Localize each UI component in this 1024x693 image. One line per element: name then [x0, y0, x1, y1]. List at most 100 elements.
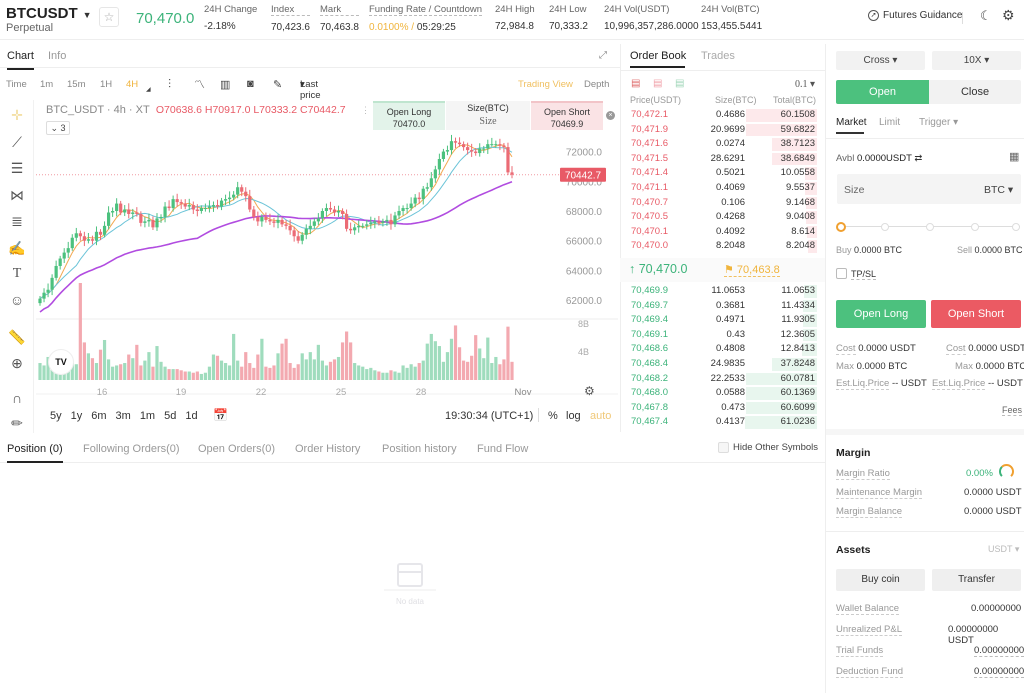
hide-other-symbols-checkbox[interactable]	[718, 442, 729, 453]
horizontal-lines-icon[interactable]: ☰	[8, 159, 26, 177]
range-3m[interactable]: 3m	[116, 410, 131, 422]
price-type-dropdown[interactable]: Last price ▾	[300, 79, 321, 101]
deduction-fund-value[interactable]: 0.00000000	[974, 666, 1024, 678]
ruler-icon[interactable]: 📏	[8, 328, 26, 346]
lock-drawing-icon[interactable]: ✏	[8, 414, 26, 432]
interval-15m[interactable]: 15m	[67, 79, 85, 90]
trading-view-toggle[interactable]: Trading View	[518, 79, 573, 90]
bid-row[interactable]: 70,467.4 0.4137 61.0236	[629, 415, 817, 430]
assets-currency-dropdown[interactable]: USDT ▾	[988, 544, 1019, 555]
bid-row[interactable]: 70,469.9 11.0653 11.0653	[629, 284, 817, 299]
size-input[interactable]: Size BTC ▾	[837, 174, 1021, 204]
buy-coin-button[interactable]: Buy coin	[836, 569, 925, 591]
brush-icon[interactable]: ✍	[8, 239, 26, 257]
open-tab-button[interactable]: Open	[836, 80, 929, 104]
interval-1m[interactable]: 1m	[40, 79, 53, 90]
theme-moon-icon[interactable]: ☾	[980, 8, 992, 24]
crosshair-icon[interactable]: ✛	[8, 106, 26, 124]
text-tool-icon[interactable]: T	[8, 265, 26, 283]
book-asks-view-icon[interactable]: ▤	[653, 78, 662, 89]
bid-row[interactable]: 70,468.2 22.2533 60.0781	[629, 372, 817, 387]
stat-mark[interactable]: Mark 70,463.8	[320, 4, 359, 33]
candle-type-icon[interactable]: ⫶	[168, 77, 171, 92]
tab-info[interactable]: Info	[48, 50, 66, 62]
transfer-button[interactable]: Transfer	[932, 569, 1021, 591]
close-tab-button[interactable]: Close	[929, 80, 1021, 104]
log-toggle[interactable]: log	[566, 410, 581, 422]
margin-mode-dropdown[interactable]: Cross ▾	[836, 51, 925, 70]
bid-row[interactable]: 70,468.0 0.0588 60.1369	[629, 386, 817, 401]
quick-open-short-button[interactable]: Open Short 70469.9	[531, 101, 603, 130]
slider-handle[interactable]	[836, 222, 846, 232]
size-unit-dropdown[interactable]: BTC ▾	[984, 184, 1013, 196]
camera-icon[interactable]: ◙	[247, 78, 254, 90]
interval-4h[interactable]: 4H	[126, 79, 138, 90]
bid-row[interactable]: 70,467.8 0.473 60.6099	[629, 401, 817, 416]
percent-toggle[interactable]: %	[548, 410, 558, 422]
favorite-star-icon[interactable]: ☆	[99, 7, 119, 27]
pattern-icon[interactable]: ⋈	[8, 186, 26, 204]
range-1m[interactable]: 1m	[140, 410, 155, 422]
close-quick-trade-icon[interactable]: ×	[606, 111, 615, 120]
interval-more-icon[interactable]: ◢	[146, 86, 151, 93]
size-slider[interactable]	[836, 222, 1020, 232]
fees-link[interactable]: Fees	[1002, 405, 1023, 416]
tab-open-orders[interactable]: Open Orders(0)	[198, 443, 275, 455]
ask-row[interactable]: 70,471.9 20.9699 59.6822	[629, 123, 817, 138]
tab-position-history[interactable]: Position history	[382, 443, 457, 455]
settings-gear-icon[interactable]: ⚙	[1002, 7, 1015, 24]
tab-fund-flow[interactable]: Fund Flow	[477, 443, 528, 455]
edit-note-icon[interactable]: ✎	[273, 78, 282, 91]
bid-row[interactable]: 70,468.6 0.4808 12.8413	[629, 342, 817, 357]
trial-funds-value[interactable]: 0.00000000	[974, 645, 1024, 657]
leverage-dropdown[interactable]: 10X ▾	[932, 51, 1021, 70]
order-type-market[interactable]: Market	[836, 117, 867, 128]
chart-settings-icon[interactable]: ⚙	[584, 384, 595, 398]
ask-row[interactable]: 70,471.1 0.4069 9.5537	[629, 181, 817, 196]
range-5y[interactable]: 5y	[50, 410, 62, 422]
stat-index[interactable]: Index 70,423.6	[271, 4, 310, 33]
trend-line-icon[interactable]: ⟋	[8, 133, 26, 151]
emoji-icon[interactable]: ☺	[8, 291, 26, 309]
quick-size-input[interactable]: Size(BTC) Size	[446, 101, 530, 130]
order-type-trigger[interactable]: Trigger ▾	[919, 117, 958, 128]
indicator-toggle[interactable]: ⌄ 3	[46, 121, 70, 135]
range-5d[interactable]: 5d	[164, 410, 176, 422]
tpsl-checkbox[interactable]	[836, 268, 847, 279]
tab-order-history[interactable]: Order History	[295, 443, 360, 455]
calculator-icon[interactable]: ▦	[1009, 150, 1019, 163]
tab-chart[interactable]: Chart	[7, 50, 34, 70]
futures-guidance-link[interactable]: ➚ Futures Guidance	[868, 10, 963, 21]
bid-row[interactable]: 70,469.1 0.43 12.3605	[629, 328, 817, 343]
depth-toggle[interactable]: Depth	[584, 79, 609, 90]
magnet-icon[interactable]: ∩	[8, 389, 26, 407]
tab-order-book[interactable]: Order Book	[630, 50, 686, 62]
ask-row[interactable]: 70,471.4 0.5021 10.0558	[629, 166, 817, 181]
bid-row[interactable]: 70,469.7 0.3681 11.4334	[629, 299, 817, 314]
auto-toggle[interactable]: auto	[590, 410, 611, 422]
ask-row[interactable]: 70,470.1 0.4092 8.614	[629, 225, 817, 240]
ask-row[interactable]: 70,471.6 0.0274 38.7123	[629, 137, 817, 152]
stat-funding-rate[interactable]: Funding Rate / Countdown 0.0100% / 05:29:…	[369, 4, 483, 33]
book-both-view-icon[interactable]: ▤	[631, 78, 640, 89]
indicators-icon[interactable]: 〽	[194, 76, 205, 92]
range-1y[interactable]: 1y	[71, 410, 83, 422]
bar-chart-icon[interactable]: ▥	[220, 78, 230, 91]
ask-row[interactable]: 70,471.5 28.6291 38.6849	[629, 152, 817, 167]
order-type-limit[interactable]: Limit	[879, 117, 900, 128]
quick-open-long-button[interactable]: Open Long 70470.0	[373, 101, 445, 130]
bid-row[interactable]: 70,469.4 0.4971 11.9305	[629, 313, 817, 328]
open-short-button[interactable]: Open Short	[931, 300, 1021, 328]
goto-date-icon[interactable]: 📅	[213, 408, 228, 422]
mid-mark-price[interactable]: ⚑ 70,463.8	[724, 263, 780, 277]
open-long-button[interactable]: Open Long	[836, 300, 926, 328]
range-6m[interactable]: 6m	[91, 410, 106, 422]
symbol-selector[interactable]: BTCUSDT ▼	[6, 5, 92, 22]
book-bids-view-icon[interactable]: ▤	[675, 78, 684, 89]
hide-other-symbols-toggle[interactable]: Hide Other Symbols	[718, 442, 818, 453]
ask-row[interactable]: 70,470.5 0.4268 9.0408	[629, 210, 817, 225]
ask-row[interactable]: 70,470.0 8.2048 8.2048	[629, 239, 817, 254]
bid-row[interactable]: 70,468.4 24.9835 37.8248	[629, 357, 817, 372]
zoom-in-icon[interactable]: ⊕	[8, 354, 26, 372]
precision-dropdown[interactable]: 0.1 ▾	[795, 79, 815, 90]
